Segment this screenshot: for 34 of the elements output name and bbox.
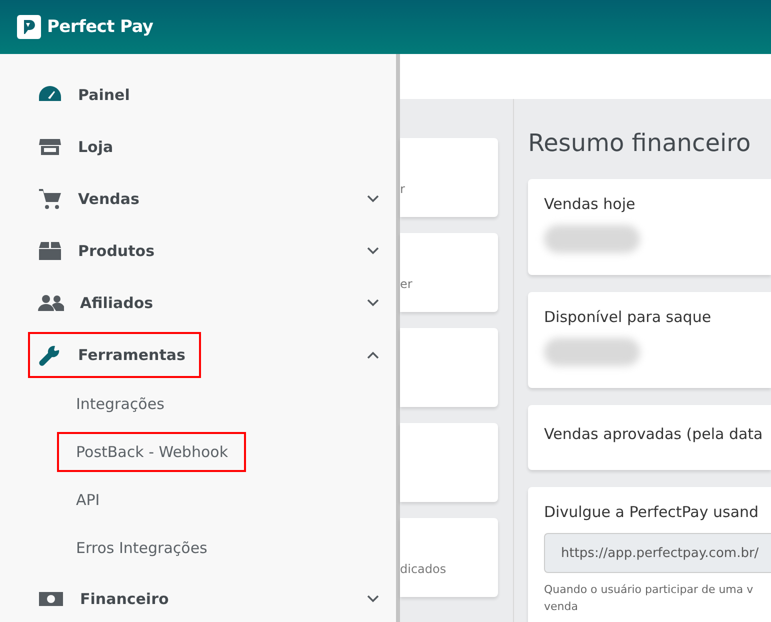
menu-item[interactable]: Afiliados	[28, 280, 170, 326]
menu-item[interactable]: Painel	[28, 72, 146, 118]
submenu-item[interactable]: API	[57, 480, 118, 520]
chevron-icon[interactable]	[367, 595, 379, 603]
banknote-icon	[38, 589, 64, 609]
card-text: dicados	[400, 562, 446, 576]
card-title: Vendas hoje	[544, 195, 636, 213]
menu-item[interactable]: Financeiro	[28, 576, 185, 622]
help-text: venda	[544, 600, 578, 613]
box-icon	[38, 239, 62, 263]
menu-item[interactable]: Vendas	[28, 176, 156, 222]
card-title: Divulgue a PerfectPay usand	[544, 503, 759, 521]
card-text: r	[400, 182, 405, 196]
submenu-item[interactable]: PostBack - Webhook	[57, 432, 246, 472]
menu-item[interactable]: Produtos	[28, 228, 171, 274]
menu-item[interactable]: Loja	[28, 124, 130, 170]
help-text: Quando o usuário participar de uma v	[544, 583, 754, 596]
card-title: Disponível para saque	[544, 308, 712, 326]
section-title: Resumo financeiro	[528, 129, 752, 157]
chevron-icon[interactable]	[367, 299, 379, 307]
submenu-item[interactable]: Integrações	[57, 384, 182, 424]
chevron-icon[interactable]	[367, 351, 379, 359]
card-title: Vendas aprovadas (pela data	[544, 425, 764, 443]
chevron-icon[interactable]	[367, 195, 379, 203]
submenu-item[interactable]: Erros Integrações	[57, 528, 226, 568]
menu-item[interactable]: Ferramentas	[28, 332, 202, 378]
link-field[interactable]: https://app.perfectpay.com.br/	[544, 533, 771, 573]
scrollbar[interactable]	[396, 54, 400, 622]
wrench-icon	[38, 343, 62, 367]
cart-icon	[38, 187, 62, 211]
logo-icon	[17, 15, 41, 39]
brand-name: Perfect Pay	[47, 17, 154, 37]
chevron-icon[interactable]	[367, 247, 379, 255]
card-text: er	[400, 277, 412, 291]
